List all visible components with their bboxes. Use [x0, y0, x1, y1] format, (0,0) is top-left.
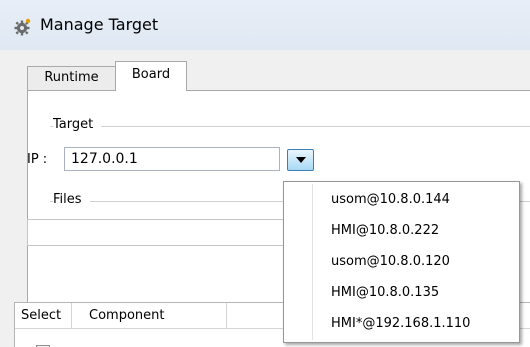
window-title: Manage Target — [40, 15, 159, 34]
gear-icon — [12, 17, 32, 37]
title-bar[interactable]: Manage Target — [0, 0, 530, 51]
dropdown-gutter — [312, 184, 313, 340]
files-group-label: Files — [53, 192, 90, 207]
dropdown-option[interactable]: HMI@10.8.0.222 — [314, 218, 516, 244]
tab-runtime[interactable]: Runtime — [27, 66, 116, 90]
dropdown-option[interactable]: usom@10.8.0.120 — [314, 249, 516, 275]
target-group-label: Target — [53, 117, 102, 132]
ip-dropdown-list: usom@10.8.0.144 HMI@10.8.0.222 usom@10.8… — [283, 181, 520, 343]
ip-label: IP : — [27, 152, 48, 167]
tab-board[interactable]: Board — [115, 61, 187, 91]
files-field[interactable] — [27, 219, 297, 246]
target-group-divider — [50, 126, 530, 127]
dropdown-option[interactable]: HMI*@192.168.1.110 — [314, 311, 516, 337]
dropdown-option[interactable]: usom@10.8.0.144 — [314, 187, 516, 213]
ip-dropdown-button[interactable] — [287, 149, 314, 171]
dropdown-option[interactable]: HMI@10.8.0.135 — [314, 280, 516, 306]
manage-target-window: Manage Target Runtime Board Target Files… — [0, 0, 530, 347]
column-header-select[interactable]: Select — [15, 303, 72, 329]
column-header-component[interactable]: Component — [72, 303, 227, 329]
ip-field[interactable]: 127.0.0.1 — [64, 147, 280, 171]
